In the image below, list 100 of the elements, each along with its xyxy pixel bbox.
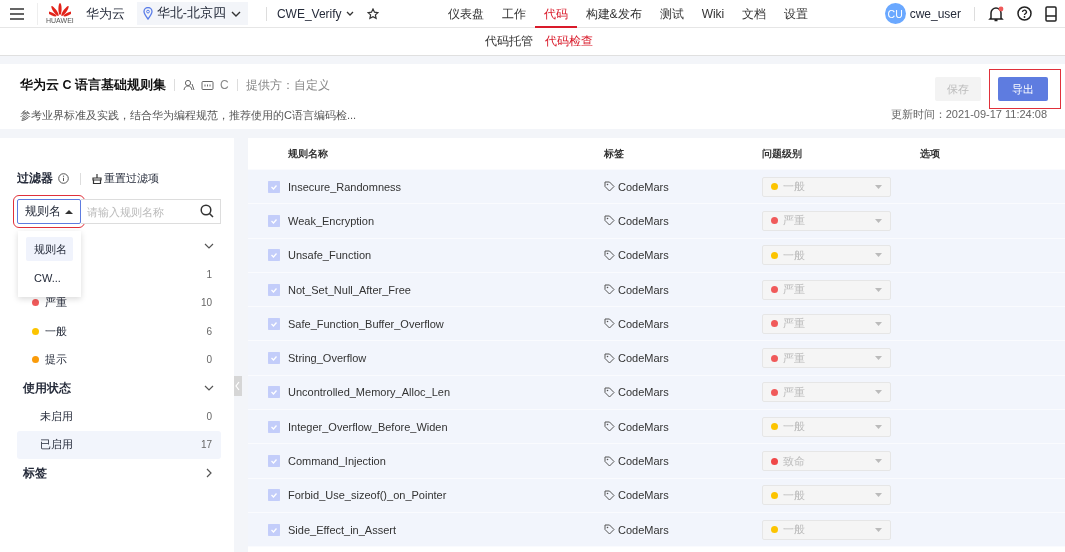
tag-icon bbox=[604, 284, 615, 296]
nav-tab[interactable]: 测试 bbox=[650, 0, 693, 28]
checkbox-checked[interactable] bbox=[268, 386, 280, 399]
bell-icon[interactable] bbox=[988, 5, 1004, 22]
checkbox-checked[interactable] bbox=[268, 249, 280, 262]
menu-icon[interactable] bbox=[9, 6, 25, 21]
caret-down-icon bbox=[875, 459, 882, 463]
checkbox-checked[interactable] bbox=[268, 523, 280, 536]
count-label: 6 bbox=[206, 325, 212, 337]
project-selector[interactable]: CWE_Verify bbox=[276, 6, 355, 21]
checkbox-checked[interactable] bbox=[268, 489, 280, 502]
chevron-right-icon[interactable] bbox=[204, 468, 214, 478]
sub-tab[interactable]: 代码检查 bbox=[544, 33, 593, 50]
caret-down-icon bbox=[875, 321, 882, 326]
tag-label: CodeMars bbox=[604, 283, 762, 296]
dropdown-option[interactable]: 规则名 bbox=[26, 237, 73, 261]
checkbox-checked[interactable] bbox=[268, 455, 280, 467]
collapse-handle-icon[interactable] bbox=[234, 376, 242, 396]
tag-icon bbox=[604, 181, 615, 193]
person-icon bbox=[183, 79, 195, 91]
search-field[interactable]: 请输入规则名称 bbox=[81, 199, 221, 224]
info-icon bbox=[58, 173, 69, 184]
tag-label: CodeMars bbox=[604, 386, 762, 399]
rule-name: Side_Effect_in_Assert bbox=[288, 523, 398, 536]
device-icon[interactable] bbox=[1045, 5, 1057, 22]
tag-label: CodeMars bbox=[604, 420, 762, 433]
flower-logo-icon bbox=[48, 2, 71, 17]
checkbox-checked[interactable] bbox=[268, 283, 280, 296]
export-button[interactable]: 导出 bbox=[998, 77, 1048, 101]
ruleset-description: 参考业界标准及实践，结合华为编程规范，推荐使用的C语言编码检... bbox=[20, 107, 357, 123]
count-label: 0 bbox=[206, 410, 212, 422]
caret-up-icon bbox=[65, 209, 73, 214]
checkbox-checked[interactable] bbox=[268, 317, 280, 330]
rule-name: Safe_Function_Buffer_Overflow bbox=[288, 317, 445, 330]
provider-label: 提供方：自定义 bbox=[245, 76, 330, 94]
tag-label: CodeMars bbox=[604, 180, 762, 193]
caret-down-icon bbox=[875, 218, 882, 223]
sub-tab[interactable]: 代码托管 bbox=[484, 33, 533, 50]
rule-name: Weak_Encryption bbox=[288, 214, 375, 227]
tag-icon bbox=[604, 421, 615, 433]
filter-option[interactable]: 提示 0 bbox=[17, 345, 221, 374]
filter-title: 过滤器 bbox=[17, 170, 53, 187]
tag-icon bbox=[604, 386, 615, 398]
checkbox-checked[interactable] bbox=[268, 352, 280, 365]
help-icon[interactable] bbox=[1017, 6, 1032, 21]
language-label: C bbox=[220, 78, 229, 92]
update-time: 更新时间：2021-09-17 11:24:08 bbox=[890, 107, 1047, 122]
search-icon bbox=[200, 204, 214, 218]
rule-name: Integer_Overflow_Before_Widen bbox=[288, 420, 449, 433]
ruleset-title: 华为云 C 语言基础规则集 bbox=[20, 76, 166, 94]
tag-icon bbox=[604, 249, 615, 261]
broom-icon bbox=[92, 173, 102, 184]
tag-label: CodeMars bbox=[604, 352, 762, 365]
location-pin-icon bbox=[142, 7, 153, 20]
nav-tab[interactable]: 文档 bbox=[733, 0, 776, 28]
code-box-icon bbox=[201, 79, 214, 91]
rule-name: String_Overflow bbox=[288, 352, 368, 365]
count-label: 17 bbox=[200, 439, 212, 451]
caret-down-icon bbox=[875, 390, 882, 395]
nav-tab[interactable]: 构建&发布 bbox=[576, 0, 651, 28]
tag-icon bbox=[604, 524, 615, 536]
checkbox-checked[interactable] bbox=[268, 420, 280, 433]
tag-label: CodeMars bbox=[604, 455, 762, 467]
chevron-down-icon[interactable] bbox=[204, 383, 214, 393]
count-label: 1 bbox=[206, 268, 212, 280]
nav-tab[interactable]: 工作 bbox=[492, 0, 535, 28]
nav-tab[interactable]: 仪表盘 bbox=[438, 0, 493, 28]
nav-tab[interactable]: 设置 bbox=[775, 0, 818, 28]
tag-icon bbox=[604, 455, 615, 467]
count-label: 0 bbox=[206, 354, 212, 366]
reset-filter-link[interactable]: 重置过滤项 bbox=[92, 171, 159, 186]
star-icon[interactable] bbox=[366, 7, 379, 20]
region-selector[interactable]: 华北-北京四 bbox=[136, 2, 248, 25]
filter-option[interactable]: 未启用 0 bbox=[17, 402, 221, 431]
column-header: 选项 bbox=[920, 146, 941, 161]
nav-tab[interactable]: Wiki bbox=[692, 0, 734, 28]
filter-option[interactable]: 严重 10 bbox=[17, 288, 221, 317]
tag-label: CodeMars bbox=[604, 317, 762, 330]
checkbox-checked[interactable] bbox=[268, 214, 280, 227]
filter-group-title: 标签 bbox=[23, 465, 47, 481]
user-name[interactable]: cwe_user bbox=[909, 6, 961, 21]
rule-name: Command_Injection bbox=[288, 455, 387, 467]
filter-option[interactable]: 一般 6 bbox=[17, 317, 221, 346]
caret-down-icon bbox=[875, 527, 882, 532]
checkbox-checked[interactable] bbox=[268, 180, 280, 193]
tag-label: CodeMars bbox=[604, 523, 762, 536]
filter-group-title: 使用状态 bbox=[23, 380, 71, 396]
dropdown-option[interactable]: CW... bbox=[26, 266, 73, 290]
rule-name: Not_Set_Null_After_Free bbox=[288, 283, 412, 296]
caret-down-icon bbox=[875, 424, 882, 429]
tag-label: CodeMars bbox=[604, 214, 762, 227]
tag-icon bbox=[604, 318, 615, 330]
tag-label: CodeMars bbox=[604, 489, 762, 502]
chevron-down-icon[interactable] bbox=[204, 241, 214, 251]
caret-down-icon bbox=[875, 287, 882, 292]
filter-option[interactable]: 已启用 17 bbox=[17, 430, 221, 459]
rule-name: Forbid_Use_sizeof()_on_Pointer bbox=[288, 489, 448, 502]
tag-icon bbox=[604, 215, 615, 227]
brand-name: 华为云 bbox=[85, 4, 125, 23]
caret-down-icon bbox=[875, 493, 882, 498]
